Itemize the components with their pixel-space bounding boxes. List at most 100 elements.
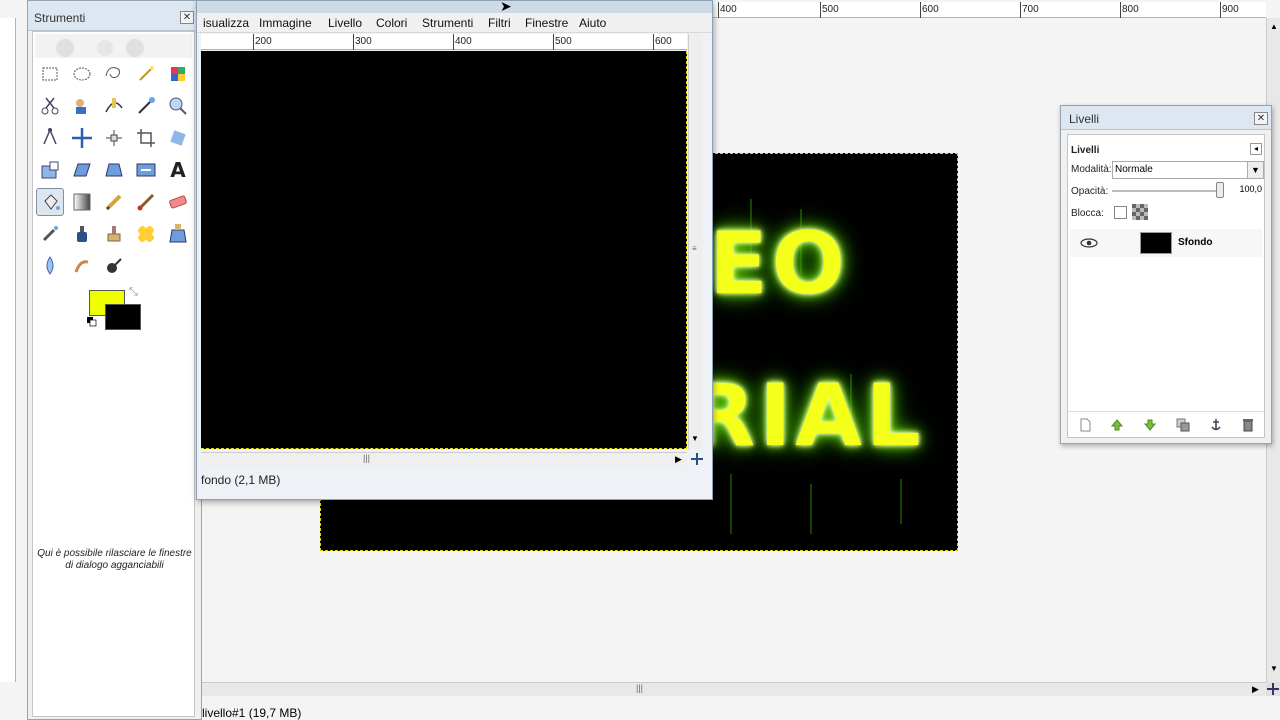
new-layer-icon[interactable] (1078, 418, 1092, 432)
opacity-value[interactable]: 100,0 (1230, 184, 1262, 198)
menu-livello[interactable]: Livello (328, 16, 362, 30)
toolbox-panel: A ⤡ Qui è possibile rilasciare le finest… (32, 31, 195, 717)
perspective-icon[interactable] (100, 156, 128, 184)
ruler-tick: 200 (255, 36, 272, 47)
background-color-swatch[interactable] (105, 304, 141, 330)
bucket-fill-icon[interactable] (36, 188, 64, 216)
menu-immagine[interactable]: Immagine (259, 16, 312, 30)
opacity-slider-track[interactable] (1112, 190, 1216, 192)
scroll-right-icon[interactable]: ▶ (1252, 684, 1259, 695)
layers-window-title: Livelli (1061, 106, 1271, 130)
perspective-clone-icon[interactable] (164, 220, 192, 248)
ruler-tick: 500 (822, 4, 839, 15)
ruler-tick: 700 (1022, 4, 1039, 15)
text-icon[interactable]: A (164, 156, 192, 184)
scroll-down-icon[interactable]: ▼ (1270, 664, 1278, 673)
mode-value: Normale (1115, 164, 1153, 175)
scroll-thumb-grip[interactable]: ≡ (692, 244, 697, 253)
anchor-layer-icon[interactable] (1209, 418, 1223, 432)
menu-visualizza[interactable]: isualizza (203, 16, 249, 30)
scroll-up-icon[interactable]: ▲ (1270, 22, 1278, 31)
smudge-icon[interactable] (68, 252, 96, 280)
vertical-scrollbar[interactable]: ≡ ▼ (688, 34, 702, 449)
close-icon[interactable]: ✕ (1254, 112, 1268, 125)
lock-label: Blocca: (1071, 208, 1104, 219)
duplicate-layer-icon[interactable] (1176, 418, 1190, 432)
horizontal-scrollbar[interactable]: ||| ▶ (201, 452, 687, 466)
menu-strumenti[interactable]: Strumenti (422, 16, 473, 30)
scale-icon[interactable] (36, 156, 64, 184)
airbrush-icon[interactable] (36, 220, 64, 248)
eraser-icon[interactable] (164, 188, 192, 216)
rect-select-icon[interactable] (36, 60, 64, 88)
canvas-text-line1: EO (709, 214, 849, 314)
crop-icon[interactable] (132, 124, 160, 152)
window-titlebar[interactable] (197, 1, 712, 13)
clone-icon[interactable] (100, 220, 128, 248)
default-colors-icon[interactable] (87, 316, 97, 327)
horizontal-ruler: 200 300 400 500 600 (201, 34, 687, 50)
lower-layer-icon[interactable] (1143, 418, 1157, 432)
align-icon[interactable] (100, 124, 128, 152)
paths-icon[interactable] (100, 92, 128, 120)
lock-pixels-checkbox[interactable] (1114, 206, 1127, 219)
scissors-icon[interactable] (36, 92, 64, 120)
fuzzy-select-icon[interactable] (132, 60, 160, 88)
shear-icon[interactable] (68, 156, 96, 184)
menu-filtri[interactable]: Filtri (488, 16, 511, 30)
dock-hint-text: Qui è possibile rilasciare le finestre d… (37, 548, 192, 571)
gradient-icon[interactable] (68, 188, 96, 216)
menu-colori[interactable]: Colori (376, 16, 407, 30)
delete-layer-icon[interactable] (1241, 418, 1255, 432)
paintbrush-icon[interactable] (132, 188, 160, 216)
navigate-icon[interactable] (1266, 682, 1280, 696)
layer-name[interactable]: Sfondo (1178, 237, 1212, 248)
ruler-tick: 600 (655, 36, 672, 47)
menu-aiuto[interactable]: Aiuto (579, 16, 606, 30)
scroll-thumb-grip[interactable]: ||| (636, 683, 643, 693)
layer-thumbnail[interactable] (1140, 232, 1172, 254)
swap-colors-icon[interactable]: ⤡ (129, 286, 138, 299)
navigate-icon[interactable] (690, 452, 704, 466)
layer-row[interactable]: Sfondo (1070, 229, 1262, 257)
toolbox-banner[interactable] (35, 34, 192, 58)
scroll-down-icon[interactable]: ▼ (691, 434, 699, 443)
layers-panel: Livelli ◂ Modalità: Normale ▼ Opacità: 1… (1067, 134, 1265, 438)
dodge-burn-icon[interactable] (100, 252, 128, 280)
rotate-icon[interactable] (164, 124, 192, 152)
status-bar-text: livello#1 (19,7 MB) (202, 706, 302, 720)
color-picker-icon[interactable] (132, 92, 160, 120)
horizontal-scrollbar[interactable]: ▶ ||| (202, 682, 1266, 696)
scroll-right-icon[interactable]: ▶ (675, 454, 682, 465)
eye-visibility-icon[interactable] (1080, 235, 1098, 251)
opacity-label: Opacità: (1071, 186, 1109, 197)
toolbox-window: Strumenti ✕ A ⤡ Qui è possibile rilascia… (27, 0, 202, 720)
foreground-select-icon[interactable] (68, 92, 96, 120)
image-canvas[interactable] (201, 51, 687, 449)
ruler-tick: 500 (555, 36, 572, 47)
mode-select[interactable]: Normale ▼ (1112, 161, 1264, 179)
heal-icon[interactable] (132, 220, 160, 248)
pencil-icon[interactable] (100, 188, 128, 216)
scroll-thumb-grip[interactable]: ||| (363, 453, 370, 463)
measure-icon[interactable] (36, 124, 64, 152)
panel-menu-icon[interactable]: ◂ (1250, 143, 1262, 155)
ellipse-select-icon[interactable] (68, 60, 96, 88)
menubar: isualizza Immagine Livello Colori Strume… (197, 13, 712, 33)
raise-layer-icon[interactable] (1110, 418, 1124, 432)
opacity-slider-thumb[interactable] (1216, 182, 1224, 198)
ink-icon[interactable] (68, 220, 96, 248)
menu-finestre[interactable]: Finestre (525, 16, 568, 30)
toolbox-title: Strumenti (28, 1, 201, 31)
ruler-tick: 900 (1222, 4, 1239, 15)
blur-icon[interactable] (36, 252, 64, 280)
color-select-icon[interactable] (164, 60, 192, 88)
move-icon[interactable] (68, 124, 96, 152)
zoom-icon[interactable] (164, 92, 192, 120)
flip-icon[interactable] (132, 156, 160, 184)
svg-text:A: A (170, 158, 186, 182)
lock-alpha-icon[interactable] (1132, 204, 1148, 220)
close-icon[interactable]: ✕ (180, 11, 194, 24)
ruler-tick: 600 (922, 4, 939, 15)
free-select-icon[interactable] (100, 60, 128, 88)
